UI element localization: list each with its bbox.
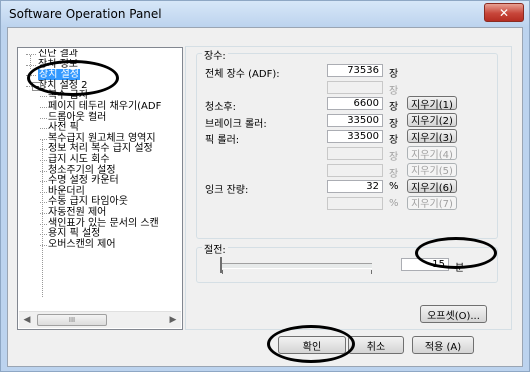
counter-value: 32 (327, 180, 383, 194)
window-title: Software Operation Panel (9, 7, 162, 21)
slider-tick (222, 270, 223, 274)
tree-item-label: 자동전원 제어 (48, 206, 107, 218)
title-bar[interactable]: Software Operation Panel ✕ (1, 1, 529, 27)
tree-item[interactable]: 수명 설정 카운터 (22, 175, 182, 187)
client-area: 진단 결과 장치 정보 장치 설정 − 장치 설정 2 복수 급지 페이지 테두리 채우기(… (7, 27, 523, 367)
tree-item-label: 정보 처리 복수 급지 설정 (48, 143, 153, 155)
tree-item-label: 수명 설정 카운터 (48, 175, 119, 187)
slider-tick (371, 270, 372, 274)
counter-label: 청소후: (205, 102, 236, 114)
power-save-legend: 절전: (202, 241, 228, 256)
tree-item-label: 오버스캔의 제어 (48, 238, 116, 250)
scroll-right-icon[interactable]: ▶ (165, 312, 181, 328)
tree-item-label: 드롭아웃 컬러 (48, 111, 107, 123)
tree-connector-line (42, 139, 43, 297)
clear-counter-button[interactable]: 지우기(5) (407, 162, 457, 177)
tree-list: 진단 결과 장치 정보 장치 설정 − 장치 설정 2 복수 급지 페이지 테두리 채우기(… (22, 49, 182, 311)
tree-item-label: 장치 설정 (38, 69, 80, 81)
sheet-count-legend: 장수: (202, 47, 228, 62)
settings-panel: 장수: 전체 장수 (ADF): 73536 장 장 청소후: 6600 장 지우기(1) 브레… (185, 46, 512, 330)
power-save-unit: 분 (455, 263, 465, 274)
counter-unit: 장 (389, 102, 399, 114)
settings-tree[interactable]: 진단 결과 장치 정보 장치 설정 − 장치 설정 2 복수 급지 페이지 테두리 채우기(… (17, 47, 183, 330)
tree-item-label: 페이지 테두리 채우기(ADF (48, 100, 162, 112)
counter-unit: % (389, 181, 399, 193)
counter-value (327, 147, 383, 160)
counter-unit: 장 (389, 118, 399, 130)
tree-horizontal-scrollbar[interactable]: ◀ III ▶ (19, 311, 181, 328)
tree-collapse-icon[interactable]: − (32, 81, 41, 91)
counter-unit: 장 (389, 69, 399, 80)
tree-item-label: 장치 정보 (38, 58, 78, 70)
power-save-slider[interactable] (222, 263, 372, 269)
sheet-count-group: 장수: 전체 장수 (ADF): 73536 장 장 청소후: 6600 장 지우기(1) 브레… (196, 47, 498, 239)
counter-unit: 장 (389, 135, 399, 147)
clear-counter-button[interactable]: 지우기(1) (407, 96, 457, 111)
counter-value (327, 163, 383, 177)
tree-item[interactable]: 드롭아웃 컬러 (22, 111, 182, 124)
software-operation-panel-window: Software Operation Panel ✕ 진단 결과 장치 정보 장치 … (0, 0, 530, 372)
counter-unit: 장 (389, 168, 399, 180)
ok-button[interactable]: 확인 (278, 336, 346, 354)
counter-value: 6600 (327, 97, 383, 111)
clear-counter-button[interactable]: 지우기(3) (407, 129, 457, 144)
tree-item-label: 청소주기의 설정 (48, 164, 116, 176)
tree-item-label: 사전 픽 (48, 122, 79, 134)
tree-item-label: 진단 결과 (38, 49, 78, 59)
tree-item[interactable]: − 장치 설정 2 (22, 80, 182, 92)
close-button[interactable]: ✕ (484, 3, 524, 22)
clear-counter-button[interactable]: 지우기(6) (407, 179, 457, 194)
power-save-minutes-input[interactable]: 15 (401, 258, 449, 271)
counter-unit: 장 (389, 85, 399, 97)
tree-item-label: 용지 픽 설정 (48, 228, 101, 240)
tree-item[interactable]: 오버스캔의 제어 (22, 238, 182, 251)
tree-item-label: 복수 급지 (48, 90, 88, 102)
clear-counter-button[interactable]: 지우기(2) (407, 112, 457, 127)
tree-item-label: 급지 시도 회수 (48, 153, 110, 165)
scroll-thumb[interactable]: III (37, 314, 107, 326)
counter-label: 전체 장수 (ADF): (205, 69, 280, 80)
tree-item-label: 색인표가 있는 문서의 스캔 (48, 217, 159, 229)
power-save-group: 절전: 15 분 (196, 241, 498, 283)
counter-value: 33500 (327, 113, 383, 127)
clear-counter-button[interactable]: 지우기(4) (407, 146, 457, 161)
apply-button[interactable]: 적용 (A) (412, 336, 474, 354)
counter-label: 브레이크 롤러: (205, 118, 267, 130)
counter-unit: 장 (389, 152, 399, 163)
offset-button[interactable]: 오프셋(O)... (420, 305, 487, 323)
counter-value: 33500 (327, 130, 383, 144)
clear-counter-button[interactable]: 지우기(7) (407, 195, 457, 210)
scroll-left-icon[interactable]: ◀ (19, 312, 35, 328)
counter-value (327, 196, 383, 210)
tree-item-label: 수동 급지 타임아웃 (48, 196, 128, 208)
counter-value: 73536 (327, 64, 383, 77)
cancel-button[interactable]: 취소 (348, 336, 404, 354)
counter-unit: % (389, 197, 399, 209)
counter-value (327, 80, 383, 94)
tree-item[interactable]: 색인표가 있는 문서의 스캔 (22, 217, 182, 230)
counter-label: 픽 롤러: (205, 135, 240, 147)
counter-label: 잉크 잔량: (205, 185, 249, 197)
